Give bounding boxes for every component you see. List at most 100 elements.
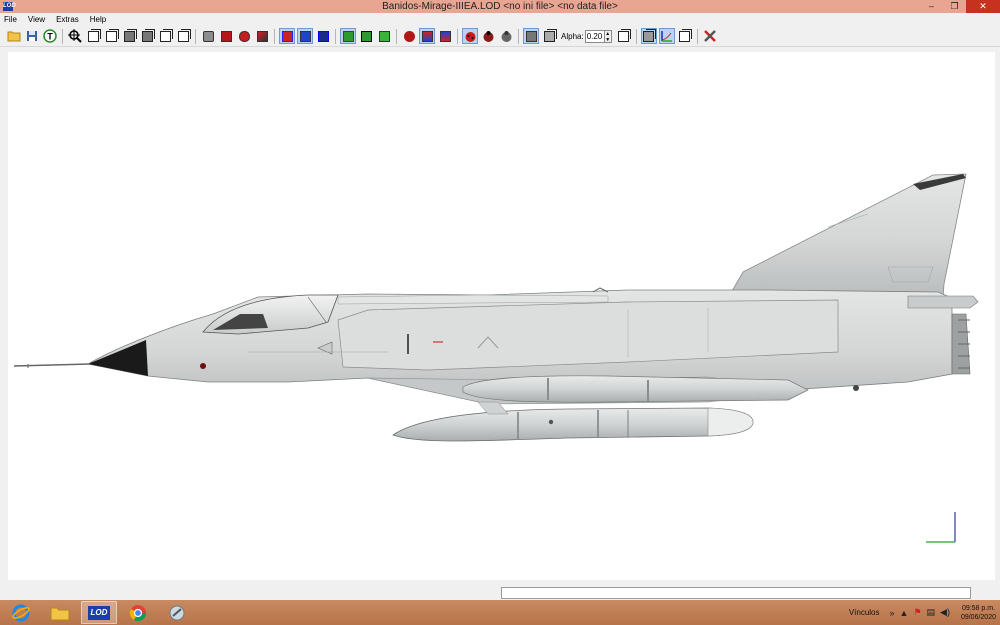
taskbar: LOD Vínculos » ▲ ⚑ ▤ ◀) 09:58 p.m. 09/06… [0, 600, 1000, 625]
tail-fin [727, 173, 967, 299]
window-title: Banidos-Mirage-IIIEA.LOD <no ini file> <… [382, 1, 618, 12]
green-solid-icon [360, 30, 372, 42]
red-sphere-icon [403, 30, 415, 42]
zoom-fit-button[interactable] [67, 28, 83, 44]
tray-expand-chevron[interactable]: » [890, 608, 895, 618]
taskbar-file-explorer[interactable] [42, 601, 78, 624]
alpha-spinner[interactable]: ▲ ▼ [604, 29, 612, 43]
svg-text:T: T [47, 32, 53, 42]
menu-view[interactable]: View [28, 15, 45, 24]
shade-dark-button[interactable] [254, 28, 270, 44]
clock-time: 09:58 p.m. [961, 604, 996, 612]
normals-green2-button[interactable] [358, 28, 374, 44]
normals-green3-button[interactable] [376, 28, 392, 44]
menu-bar: File View Extras Help [0, 13, 1000, 26]
radome [88, 340, 148, 376]
tools-button[interactable] [702, 28, 718, 44]
wire-cube-icon [87, 28, 101, 42]
underwing-tank-upper [462, 375, 809, 403]
title-bar: LOD Banidos-Mirage-IIIEA.LOD <no ini fil… [0, 0, 1000, 13]
axes-button[interactable] [658, 28, 675, 44]
network-icon[interactable]: ▤ [927, 607, 936, 618]
bbox-red-icon [281, 30, 293, 42]
wire-cube-icon [105, 28, 119, 42]
view-left-button[interactable] [121, 28, 137, 44]
view-front-button[interactable] [85, 28, 101, 44]
red-solid-icon [220, 30, 232, 42]
gray-box-icon [643, 28, 657, 42]
light-blue-button[interactable] [437, 28, 453, 44]
toolbar-separator [335, 28, 336, 44]
bug-dark-button[interactable] [480, 28, 496, 44]
toolbar: T Alpha: 0.20 ▲ ▼ [0, 26, 1000, 47]
texture-button[interactable]: T [42, 28, 58, 44]
multi-light-icon [421, 30, 433, 42]
close-button[interactable]: ✕ [966, 0, 1000, 13]
action-center-flag-icon[interactable]: ⚑ [913, 607, 921, 618]
view-right-button[interactable] [139, 28, 155, 44]
tray-up-arrow-icon[interactable]: ▲ [900, 608, 909, 618]
wire-cube-icon [679, 28, 693, 42]
box-view-button[interactable] [640, 28, 657, 44]
view-top-button[interactable] [157, 28, 173, 44]
save-button[interactable] [24, 28, 40, 44]
alpha-cube-button[interactable] [541, 28, 557, 44]
taskbar-internet-explorer[interactable] [3, 601, 39, 624]
status-field [501, 587, 971, 599]
gray-solid-icon [202, 30, 214, 42]
bbox-red-button[interactable] [279, 28, 295, 44]
green-red-icon [342, 30, 354, 42]
alpha-input[interactable]: 0.20 [584, 29, 605, 43]
menu-extras[interactable]: Extras [56, 15, 79, 24]
gray-bug-icon [501, 30, 511, 42]
wire-cube-icon [177, 28, 191, 42]
ladybug-icon [465, 31, 475, 42]
folder-icon [50, 607, 70, 620]
shade-gray-button[interactable] [200, 28, 216, 44]
bbox-blue-button[interactable] [297, 28, 313, 44]
bug-red-button[interactable] [462, 28, 478, 44]
bbox-navy-icon [317, 30, 329, 42]
toolbar-separator [518, 28, 519, 44]
status-bar [0, 583, 1000, 600]
toolbar-separator [195, 28, 196, 44]
bbox-navy-button[interactable] [315, 28, 331, 44]
folder-icon [7, 31, 21, 42]
toolbar-separator [396, 28, 397, 44]
menu-file[interactable]: File [4, 15, 17, 24]
bug-gray-button[interactable] [498, 28, 514, 44]
shade-red-smooth-button[interactable] [236, 28, 252, 44]
light-multi-button[interactable] [419, 28, 435, 44]
dark-bug-icon [483, 30, 493, 42]
clock[interactable]: 09:58 p.m. 09/06/2020 [961, 604, 996, 622]
window-controls: – ❐ ✕ [920, 0, 1000, 13]
internet-explorer-icon [12, 604, 30, 621]
app-misc-icon [169, 605, 185, 620]
taskbar-lod-viewer[interactable]: LOD [81, 601, 117, 624]
alpha-cube-icon [543, 28, 557, 42]
cube-right-icon [141, 28, 155, 42]
tray-links-label[interactable]: Vínculos [849, 608, 880, 617]
view-bottom-button[interactable] [175, 28, 191, 44]
taskbar-chrome[interactable] [120, 601, 156, 624]
maximize-button[interactable]: ❐ [943, 0, 966, 13]
minimize-button[interactable]: – [920, 0, 943, 13]
wire-box-button[interactable] [616, 28, 632, 44]
open-file-button[interactable] [6, 28, 22, 44]
cube-left-icon [123, 28, 137, 42]
volume-icon[interactable]: ◀) [940, 607, 950, 618]
transparency-button[interactable] [523, 28, 539, 44]
light-red-button[interactable] [401, 28, 417, 44]
menu-help[interactable]: Help [90, 15, 106, 24]
toolbar-separator [696, 28, 698, 44]
normals-green-button[interactable] [340, 28, 356, 44]
system-tray: Vínculos » ▲ ⚑ ▤ ◀) 09:58 p.m. 09/06/202… [849, 600, 996, 625]
toolbar-separator [274, 28, 275, 44]
shade-red-button[interactable] [218, 28, 234, 44]
3d-viewport[interactable] [8, 52, 995, 580]
chrome-icon [129, 604, 147, 621]
gray-cube-icon [525, 30, 537, 42]
view-back-button[interactable] [103, 28, 119, 44]
taskbar-misc-app[interactable] [159, 601, 195, 624]
outline-cube-button[interactable] [677, 28, 693, 44]
